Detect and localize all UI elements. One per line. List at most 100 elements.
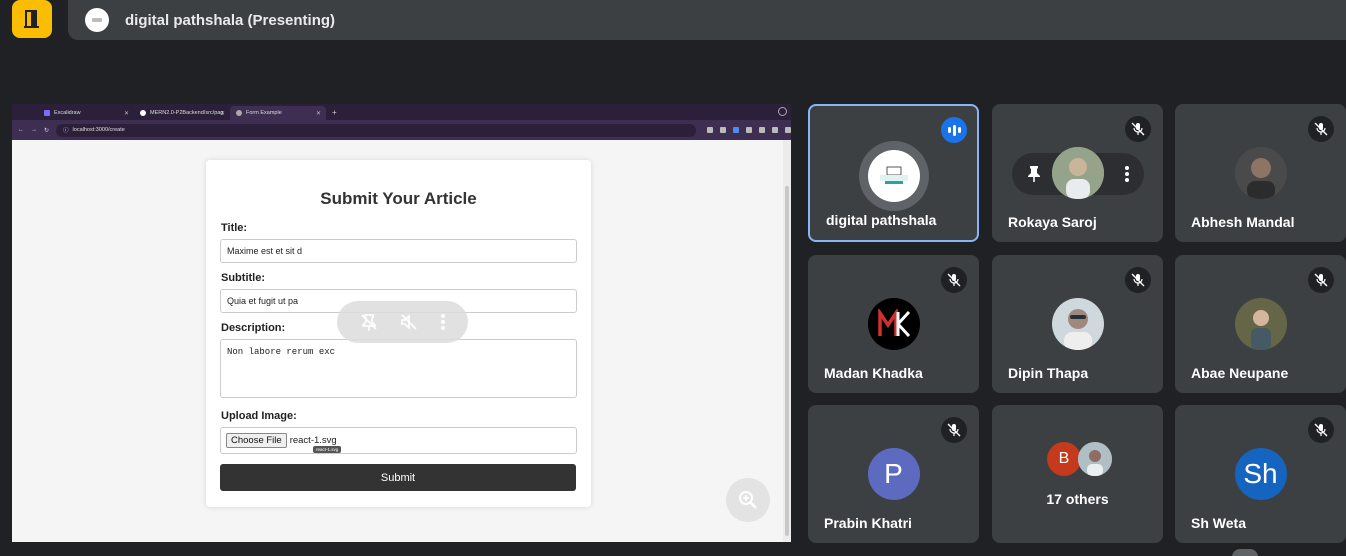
- door-icon: [24, 10, 39, 28]
- subtitle-label: Subtitle:: [221, 272, 265, 284]
- more-options-icon[interactable]: [1124, 165, 1130, 183]
- participant-tile[interactable]: Abhesh Mandal: [1175, 104, 1346, 242]
- unpin-icon[interactable]: [359, 312, 379, 332]
- participant-avatar: [1234, 298, 1287, 350]
- sidepanel-icon[interactable]: [759, 127, 765, 133]
- file-name: react-1.svg: [289, 435, 337, 446]
- new-tab-icon[interactable]: +: [332, 108, 337, 117]
- submit-button[interactable]: Submit: [220, 464, 576, 491]
- participant-name: digital pathshala: [826, 212, 937, 228]
- choose-file-button[interactable]: Choose File: [226, 433, 287, 448]
- close-tab-icon[interactable]: ✕: [316, 110, 321, 117]
- top-bar: digital pathshala (Presenting): [0, 0, 1346, 44]
- url-text: localhost:3000/create: [72, 127, 125, 133]
- pin-icon[interactable]: [1026, 165, 1042, 183]
- browser-toolbar-icons: [707, 127, 791, 133]
- person-photo-icon: [1051, 298, 1104, 350]
- participant-tile[interactable]: Madan Khadka: [808, 255, 979, 393]
- participant-tile[interactable]: Abae Neupane: [1175, 255, 1346, 393]
- description-textarea[interactable]: Non labore rerum exc: [220, 339, 577, 398]
- title-input[interactable]: Maxime est et sit d: [220, 239, 577, 263]
- bookmark-star-icon[interactable]: [720, 127, 726, 133]
- menu-dots-icon[interactable]: [785, 127, 791, 133]
- browser-tab-label: Form Example: [246, 110, 282, 116]
- participant-name: Dipin Thapa: [1008, 365, 1089, 381]
- zoom-button[interactable]: [726, 478, 770, 522]
- shared-screen: Excalidraw ✕ MERN2.0-P2Backend/src/pag ✕…: [12, 104, 791, 542]
- upload-label: Upload Image:: [221, 410, 297, 422]
- extension-icon[interactable]: [733, 127, 739, 133]
- globe-icon: [236, 110, 242, 116]
- url-input[interactable]: ⓘ localhost:3000/create: [56, 123, 696, 137]
- github-icon: [140, 110, 146, 116]
- excalidraw-icon: [44, 110, 50, 116]
- mk-logo-icon: [877, 309, 910, 338]
- browser-tab[interactable]: MERN2.0-P2Backend/src/pag ✕: [134, 106, 230, 120]
- browser-tab-active[interactable]: Form Example ✕: [230, 106, 326, 120]
- more-options-icon[interactable]: [440, 313, 446, 331]
- presenter-title: digital pathshala (Presenting): [125, 11, 336, 29]
- participant-avatar: B: [1047, 442, 1081, 476]
- participant-avatar: P: [867, 448, 920, 500]
- mic-off-icon: [1308, 417, 1334, 443]
- browser-tab-label: Excalidraw: [54, 110, 81, 116]
- participant-avatar: [1051, 298, 1104, 350]
- participant-tile[interactable]: P Prabin Khatri: [808, 405, 979, 543]
- person-photo-icon: [1234, 298, 1287, 350]
- profile-icon[interactable]: [772, 127, 778, 133]
- mic-off-icon: [1308, 267, 1334, 293]
- mic-off-icon: [941, 417, 967, 443]
- participant-avatar: [858, 141, 929, 211]
- pathshala-logo-icon: [92, 18, 102, 22]
- browser-tab[interactable]: Excalidraw ✕: [38, 106, 134, 120]
- others-tile[interactable]: B 17 others: [992, 405, 1163, 543]
- participant-tile[interactable]: Sh Sh Weta: [1175, 405, 1346, 543]
- participant-name: Rokaya Saroj: [1008, 214, 1097, 230]
- zoom-icon[interactable]: [707, 127, 713, 133]
- mic-off-icon: [1125, 116, 1151, 142]
- back-icon[interactable]: ←: [18, 127, 24, 133]
- image-file-input[interactable]: Choose File react-1.svg react-1.svg: [220, 427, 577, 454]
- person-photo-icon: [1078, 442, 1112, 476]
- participant-avatar: [1234, 147, 1287, 199]
- others-count: 17 others: [1046, 491, 1109, 507]
- participant-name: Abae Neupane: [1191, 365, 1289, 381]
- participant-avatar: Sh: [1234, 448, 1287, 500]
- participant-avatar: [1051, 147, 1104, 199]
- forward-icon[interactable]: →: [31, 127, 37, 133]
- mic-off-icon: [1308, 116, 1334, 142]
- participant-name: Madan Khadka: [824, 365, 923, 381]
- participant-tile[interactable]: digital pathshala: [808, 104, 979, 242]
- page-scrollbar[interactable]: [783, 140, 791, 542]
- person-photo-icon: [1051, 147, 1104, 199]
- participant-name: Prabin Khatri: [824, 515, 912, 531]
- mute-presentation-icon[interactable]: [399, 312, 419, 332]
- browser-tab-strip: Excalidraw ✕ MERN2.0-P2Backend/src/pag ✕…: [12, 104, 791, 120]
- tab-search-icon[interactable]: [778, 107, 787, 116]
- presentation-title-bar[interactable]: digital pathshala (Presenting): [68, 0, 1346, 40]
- leave-door-button[interactable]: [12, 0, 52, 38]
- participant-tile[interactable]: Dipin Thapa: [992, 255, 1163, 393]
- site-info-icon[interactable]: ⓘ: [63, 126, 69, 134]
- presenter-avatar: [85, 8, 109, 32]
- form-heading: Submit Your Article: [320, 189, 477, 208]
- participant-avatar: [867, 298, 920, 350]
- zoom-in-icon: [739, 491, 757, 509]
- browser-address-bar: ← → ↻ ⓘ localhost:3000/create: [12, 120, 791, 140]
- person-photo-icon: [1234, 147, 1287, 199]
- participant-name: Abhesh Mandal: [1191, 214, 1295, 230]
- title-label: Title:: [221, 222, 248, 234]
- bottom-panel-handle[interactable]: [1232, 549, 1258, 556]
- scroll-thumb[interactable]: [785, 186, 789, 536]
- reload-icon[interactable]: ↻: [44, 127, 49, 134]
- participant-name: Sh Weta: [1191, 515, 1246, 531]
- file-tooltip: react-1.svg: [313, 446, 342, 453]
- participant-tile[interactable]: Rokaya Saroj: [992, 104, 1163, 242]
- close-tab-icon[interactable]: ✕: [220, 110, 225, 117]
- pathshala-logo-icon: [879, 166, 908, 184]
- browser-tab-label: MERN2.0-P2Backend/src/pag: [150, 110, 224, 116]
- speaking-indicator-icon: [941, 117, 967, 143]
- close-tab-icon[interactable]: ✕: [124, 110, 129, 117]
- extension-icon[interactable]: [746, 127, 752, 133]
- mic-off-icon: [1125, 267, 1151, 293]
